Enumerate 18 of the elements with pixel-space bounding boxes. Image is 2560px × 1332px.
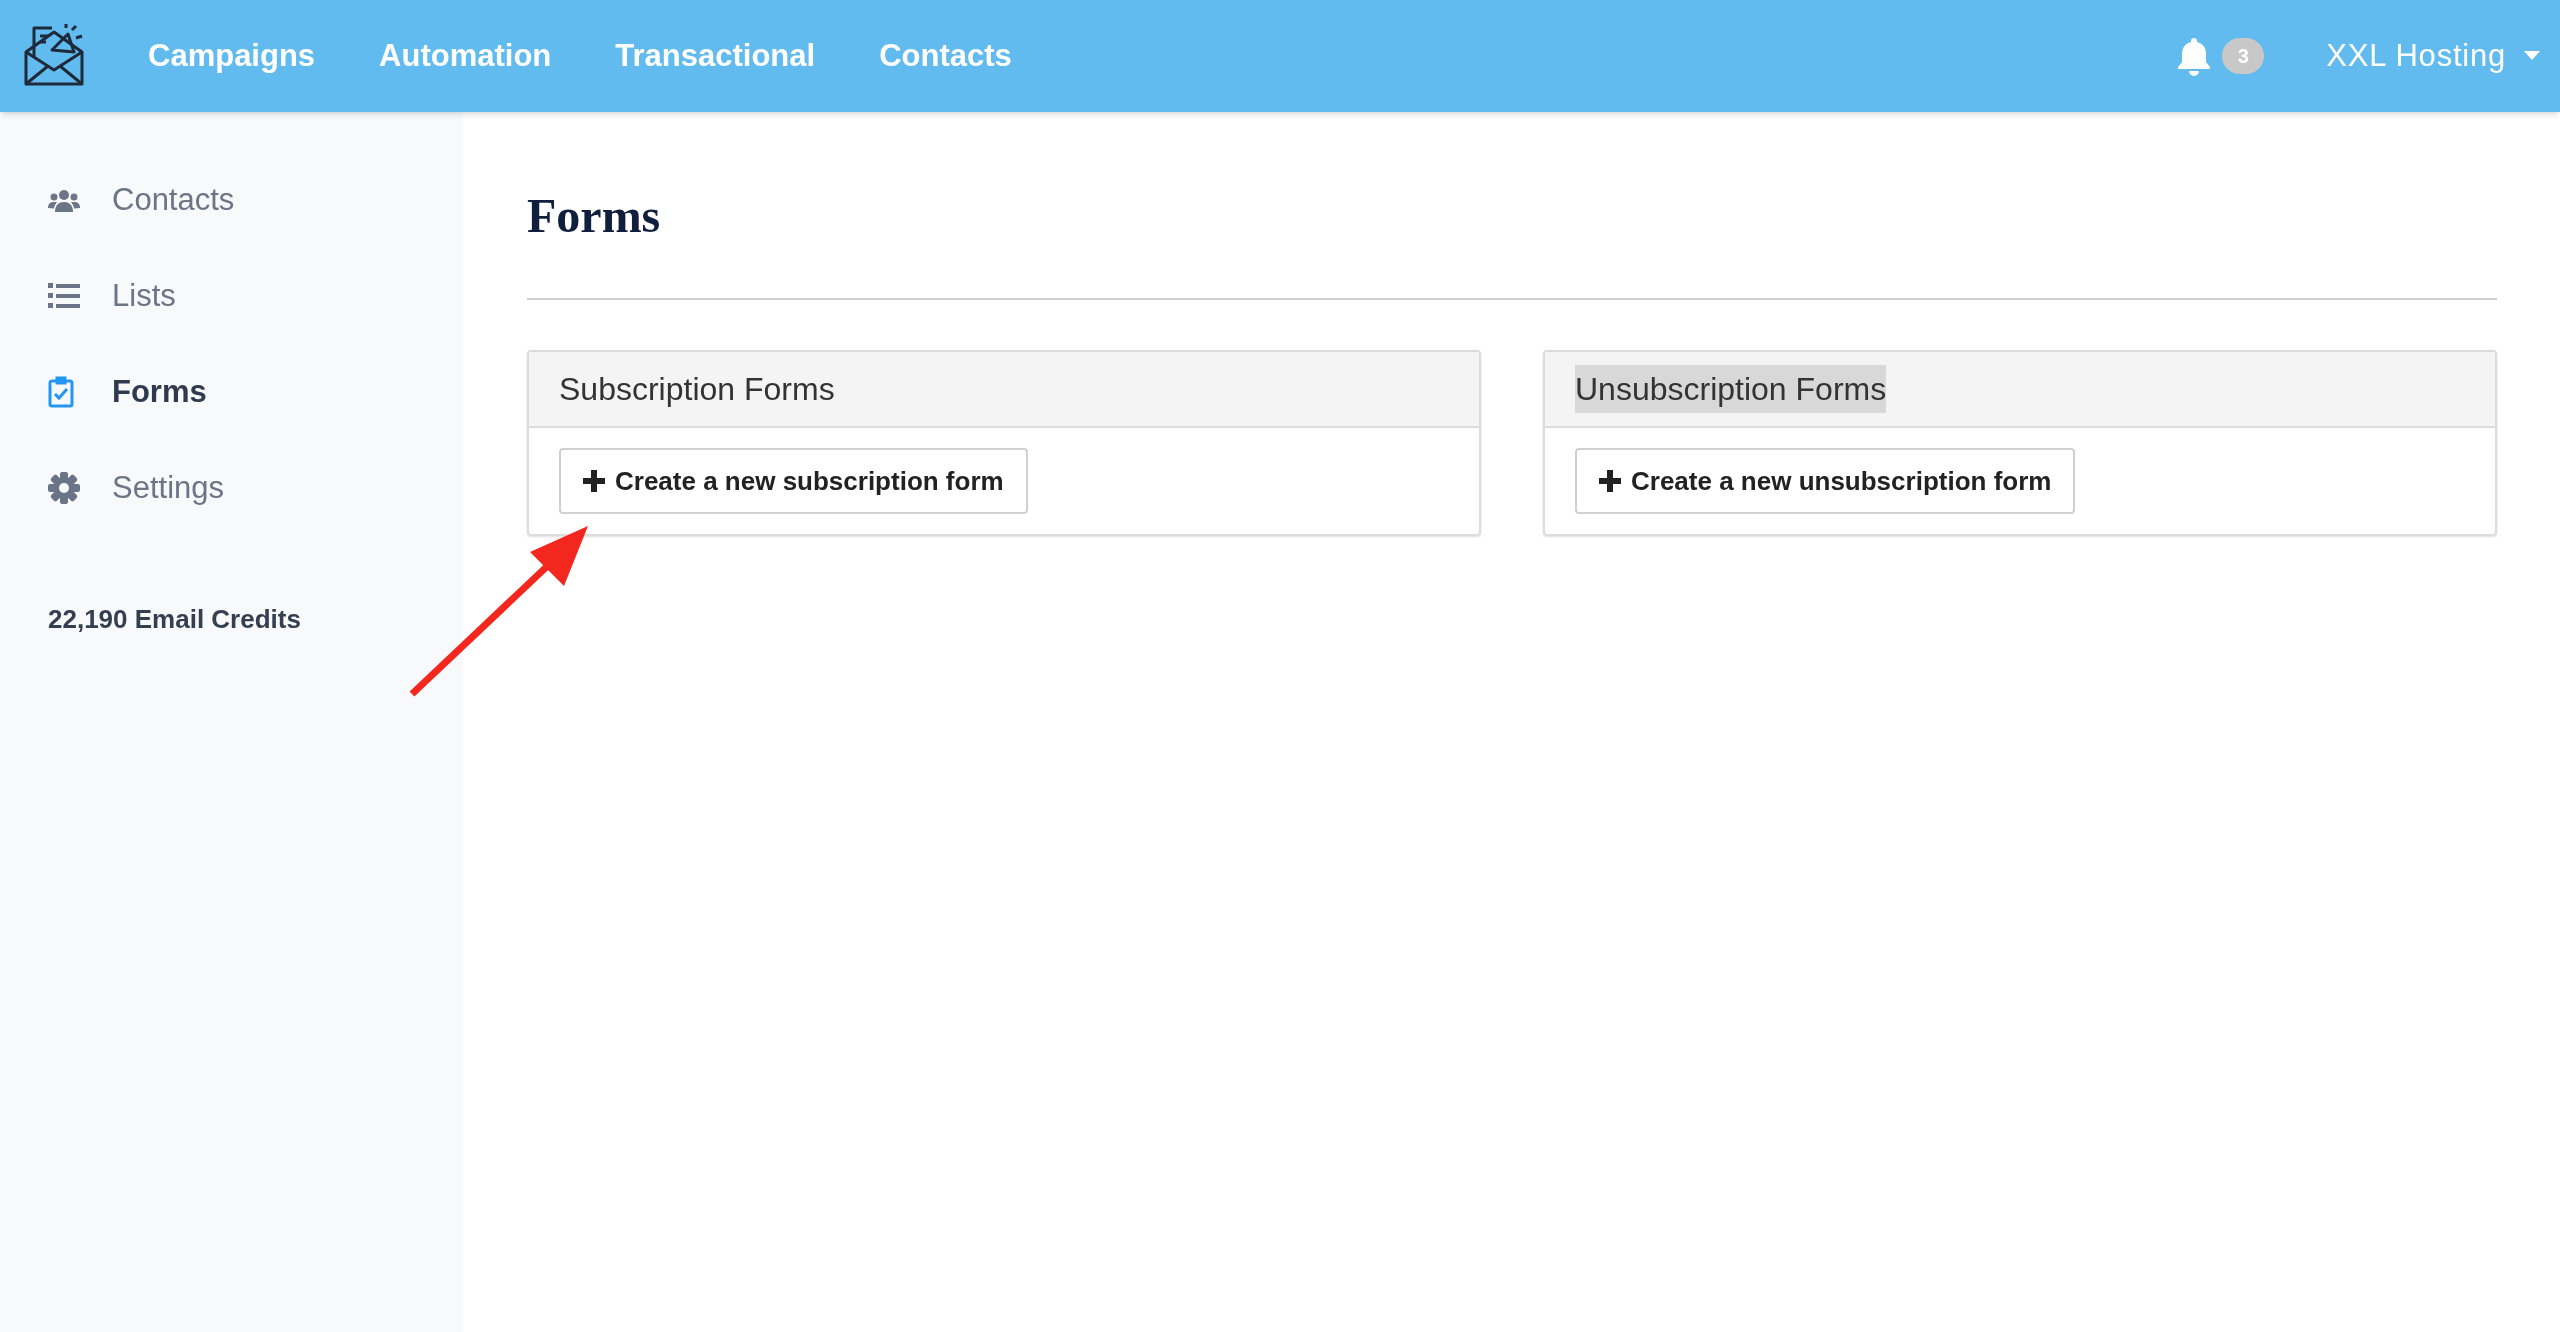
envelope-megaphone-logo-icon[interactable] (22, 24, 86, 88)
card-title: Subscription Forms (559, 370, 835, 409)
create-form-button[interactable]: Create a new subscription form (559, 448, 1028, 514)
create-form-button[interactable]: Create a new unsubscription form (1575, 448, 2076, 514)
plus-icon (583, 470, 605, 492)
list-icon (48, 283, 80, 309)
sidebar-item[interactable]: Settings (48, 440, 463, 536)
card-title: Unsubscription Forms (1575, 365, 1887, 413)
settings-icon (48, 472, 80, 504)
plus-icon (1599, 470, 1621, 492)
sidebar-item[interactable]: Lists (48, 248, 463, 344)
clipboard-check-icon (48, 376, 74, 408)
sidebar-item[interactable]: Forms (48, 344, 463, 440)
sidebar-item[interactable]: Contacts (48, 152, 463, 248)
email-credits-text: 22,190 Email Credits (48, 603, 302, 636)
caret-down-icon (2524, 51, 2540, 61)
page-title: Forms (527, 192, 662, 240)
users-icon (48, 188, 80, 212)
